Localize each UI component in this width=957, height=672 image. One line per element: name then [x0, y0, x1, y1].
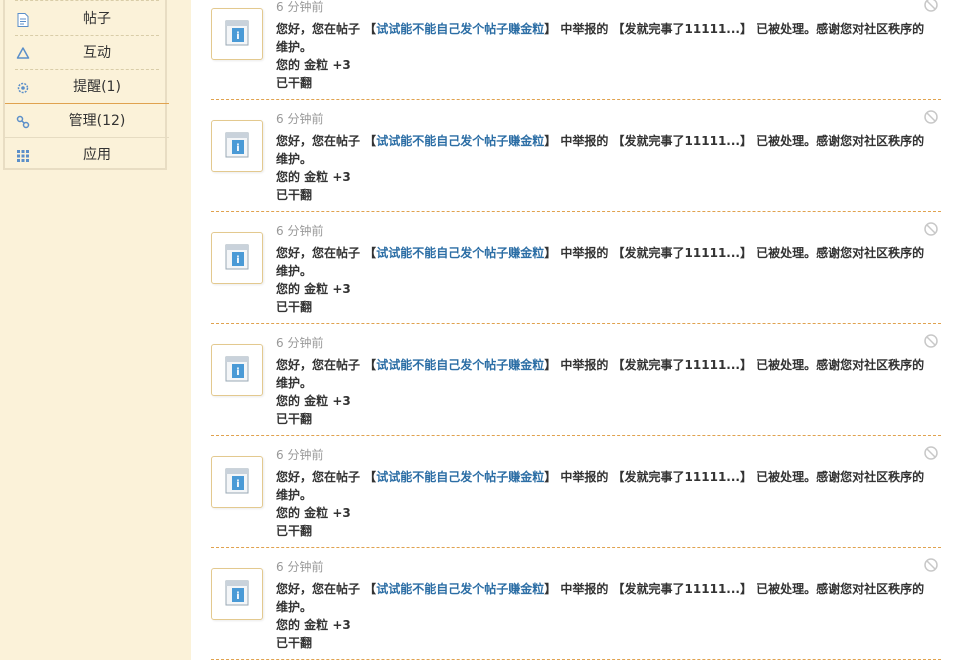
message-prefix: 您好，您在帖子 【 — [276, 246, 377, 260]
notification-avatar: i — [211, 8, 263, 60]
notification-time: 6 分钟前 — [276, 224, 324, 238]
notification-item: i 6 分钟前 您好，您在帖子 【试试能不能自己发个帖子赚金粒】 中举报的 【发… — [211, 334, 941, 448]
document-icon — [16, 13, 30, 27]
item-divider — [211, 211, 941, 212]
recycle-icon — [16, 47, 30, 61]
message-prefix: 您好，您在帖子 【 — [276, 470, 377, 484]
status-text: 已干翻 — [276, 300, 313, 314]
thread-link[interactable]: 试试能不能自己发个帖子赚金粒 — [376, 246, 544, 260]
nav-separator — [15, 0, 159, 1]
sidebar-item-posts[interactable]: 帖子 — [5, 2, 165, 36]
notification-message: 您好，您在帖子 【试试能不能自己发个帖子赚金粒】 中举报的 【发就完事了1111… — [276, 132, 931, 168]
sidebar-item-label: 互动 — [83, 45, 111, 61]
notification-time: 6 分钟前 — [276, 560, 324, 574]
message-prefix: 您好，您在帖子 【 — [276, 582, 377, 596]
status-text: 已干翻 — [276, 524, 313, 538]
svg-text:i: i — [236, 367, 239, 378]
sidebar-item-label: 管理(12) — [68, 113, 126, 129]
item-divider — [211, 547, 941, 548]
svg-text:i: i — [236, 31, 239, 42]
notification-item: i 6 分钟前 您好，您在帖子 【试试能不能自己发个帖子赚金粒】 中举报的 【发… — [211, 558, 941, 672]
reward-text: 您的 金粒 +3 — [276, 170, 351, 184]
sidebar-item-apps[interactable]: 应用 — [5, 138, 165, 172]
system-notice-icon: i — [225, 244, 249, 270]
sidebar-item-manage[interactable]: 管理(12) — [5, 104, 165, 138]
ignore-icon[interactable] — [924, 446, 938, 460]
reward-text: 您的 金粒 +3 — [276, 618, 351, 632]
notification-avatar: i — [211, 456, 263, 508]
svg-text:i: i — [236, 143, 239, 154]
status-text: 已干翻 — [276, 188, 313, 202]
notification-avatar: i — [211, 344, 263, 396]
sidebar-item-reminders[interactable]: 提醒(1) — [5, 70, 165, 104]
message-prefix: 您好，您在帖子 【 — [276, 134, 377, 148]
gear-icon — [16, 81, 30, 95]
reward-text: 您的 金粒 +3 — [276, 506, 351, 520]
notification-avatar: i — [211, 568, 263, 620]
notification-message: 您好，您在帖子 【试试能不能自己发个帖子赚金粒】 中举报的 【发就完事了1111… — [276, 356, 931, 392]
notification-item: i 6 分钟前 您好，您在帖子 【试试能不能自己发个帖子赚金粒】 中举报的 【发… — [211, 0, 941, 112]
ignore-icon[interactable] — [924, 558, 938, 572]
svg-text:i: i — [236, 479, 239, 490]
sidebar-item-label: 提醒(1) — [73, 79, 121, 95]
ignore-icon[interactable] — [924, 110, 938, 124]
ignore-icon[interactable] — [924, 222, 938, 236]
notification-message: 您好，您在帖子 【试试能不能自己发个帖子赚金粒】 中举报的 【发就完事了1111… — [276, 20, 931, 56]
notification-message: 您好，您在帖子 【试试能不能自己发个帖子赚金粒】 中举报的 【发就完事了1111… — [276, 468, 931, 504]
svg-text:i: i — [236, 591, 239, 602]
sidebar-item-interaction[interactable]: 互动 — [5, 36, 165, 70]
link-icon — [16, 115, 30, 129]
grid-icon — [16, 149, 30, 163]
notification-item: i 6 分钟前 您好，您在帖子 【试试能不能自己发个帖子赚金粒】 中举报的 【发… — [211, 222, 941, 336]
ignore-icon[interactable] — [924, 334, 938, 348]
notification-avatar: i — [211, 120, 263, 172]
thread-link[interactable]: 试试能不能自己发个帖子赚金粒 — [376, 582, 544, 596]
item-divider — [211, 435, 941, 436]
reward-text: 您的 金粒 +3 — [276, 394, 351, 408]
status-text: 已干翻 — [276, 412, 313, 426]
sidebar-item-label: 帖子 — [83, 11, 111, 27]
thread-link[interactable]: 试试能不能自己发个帖子赚金粒 — [376, 134, 544, 148]
message-prefix: 您好，您在帖子 【 — [276, 358, 377, 372]
ignore-icon[interactable] — [924, 0, 938, 12]
item-divider — [211, 99, 941, 100]
notification-time: 6 分钟前 — [276, 336, 324, 350]
system-notice-icon: i — [225, 356, 249, 382]
system-notice-icon: i — [225, 20, 249, 46]
notification-item: i 6 分钟前 您好，您在帖子 【试试能不能自己发个帖子赚金粒】 中举报的 【发… — [211, 110, 941, 224]
notification-message: 您好，您在帖子 【试试能不能自己发个帖子赚金粒】 中举报的 【发就完事了1111… — [276, 244, 931, 280]
sidebar-item-label: 应用 — [83, 147, 111, 163]
thread-link[interactable]: 试试能不能自己发个帖子赚金粒 — [376, 22, 544, 36]
item-divider — [211, 323, 941, 324]
notification-avatar: i — [211, 232, 263, 284]
notification-item: i 6 分钟前 您好，您在帖子 【试试能不能自己发个帖子赚金粒】 中举报的 【发… — [211, 446, 941, 560]
system-notice-icon: i — [225, 468, 249, 494]
svg-text:i: i — [236, 255, 239, 266]
notification-message: 您好，您在帖子 【试试能不能自己发个帖子赚金粒】 中举报的 【发就完事了1111… — [276, 580, 931, 616]
system-notice-icon: i — [225, 132, 249, 158]
thread-link[interactable]: 试试能不能自己发个帖子赚金粒 — [376, 358, 544, 372]
notification-time: 6 分钟前 — [276, 112, 324, 126]
status-text: 已干翻 — [276, 636, 313, 650]
status-text: 已干翻 — [276, 76, 313, 90]
thread-link[interactable]: 试试能不能自己发个帖子赚金粒 — [376, 470, 544, 484]
sidebar-nav: 帖子 互动 提醒(1) 管理(12) 应用 — [3, 0, 169, 172]
reward-text: 您的 金粒 +3 — [276, 58, 351, 72]
reward-text: 您的 金粒 +3 — [276, 282, 351, 296]
message-prefix: 您好，您在帖子 【 — [276, 22, 377, 36]
system-notice-icon: i — [225, 580, 249, 606]
notification-time: 6 分钟前 — [276, 448, 324, 462]
notification-time: 6 分钟前 — [276, 0, 324, 14]
